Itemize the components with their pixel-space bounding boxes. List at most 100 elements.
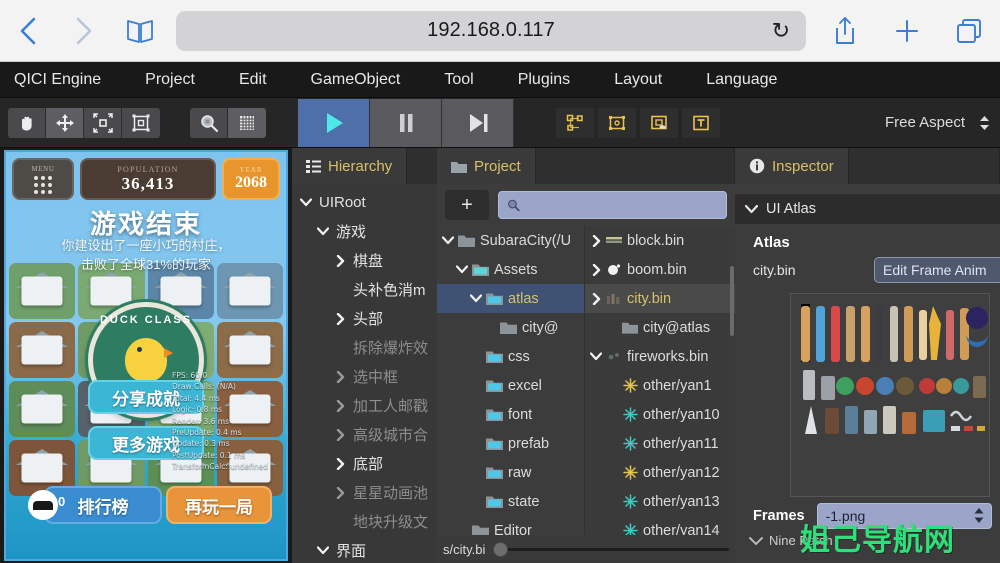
menu-item-edit[interactable]: Edit xyxy=(217,62,289,98)
step-forward-button[interactable] xyxy=(442,98,514,147)
add-asset-button[interactable]: + xyxy=(445,190,489,220)
project-file-item[interactable]: fireworks.bin xyxy=(585,342,735,371)
rect-tool-button[interactable] xyxy=(122,107,160,138)
project-file-item[interactable]: city.bin xyxy=(585,284,735,313)
aspect-ratio-selector[interactable]: Free Aspect xyxy=(885,114,990,131)
bookmarks-button[interactable] xyxy=(112,0,168,62)
project-search[interactable] xyxy=(498,191,727,219)
nine-patch-row[interactable]: Nine Patch xyxy=(735,529,1000,548)
chevron-right-icon[interactable] xyxy=(332,457,348,470)
hierarchy-item[interactable]: 头部 xyxy=(292,304,437,333)
chevron-right-icon[interactable] xyxy=(332,428,348,441)
slider-knob[interactable] xyxy=(493,541,509,557)
chevron-right-icon[interactable] xyxy=(588,234,604,247)
project-file-list[interactable]: block.bin boom.bin city.bin city@atlas firew… xyxy=(585,226,735,563)
project-tree-item[interactable]: css xyxy=(437,342,584,371)
tab-inspector[interactable]: Inspector xyxy=(735,148,849,184)
project-tree-item[interactable]: atlas xyxy=(437,284,584,313)
menu-item-layout[interactable]: Layout xyxy=(592,62,684,98)
hand-tool-button[interactable] xyxy=(8,107,46,138)
chevron-down-icon[interactable] xyxy=(440,236,456,245)
edit-frame-anim-button[interactable]: Edit Frame Anim xyxy=(874,257,1000,283)
new-tab-button[interactable] xyxy=(876,0,938,62)
chevron-right-icon[interactable] xyxy=(332,399,348,412)
atlas-sprite-preview[interactable] xyxy=(790,293,990,497)
hierarchy-item[interactable]: 地块升级文 xyxy=(292,507,437,536)
menu-item-qici-engine[interactable]: QICI Engine xyxy=(0,62,123,98)
project-tree-item[interactable]: prefab xyxy=(437,429,584,458)
project-tree-item[interactable]: font xyxy=(437,400,584,429)
hierarchy-tree[interactable]: UIRoot 游戏 棋盘 头补色消m 头部 拆除爆炸效 选中框 加工人邮戳 高级城市合 底部 星星动… xyxy=(292,184,437,563)
chevron-down-icon[interactable] xyxy=(454,265,470,274)
tab-hierarchy[interactable]: Hierarchy xyxy=(292,148,408,184)
chevron-right-icon[interactable] xyxy=(332,486,348,499)
project-file-item[interactable]: other/yan12 xyxy=(585,458,735,487)
pause-button[interactable] xyxy=(370,98,442,147)
menu-item-language[interactable]: Language xyxy=(684,62,799,98)
show-tabs-button[interactable] xyxy=(938,0,1000,62)
menu-item-gameobject[interactable]: GameObject xyxy=(289,62,423,98)
project-search-input[interactable] xyxy=(525,197,718,213)
frames-select[interactable]: -1.png xyxy=(816,503,992,529)
grid-tool-button[interactable] xyxy=(228,107,266,138)
city-tile[interactable] xyxy=(9,381,76,437)
chevron-right-icon[interactable] xyxy=(332,254,348,267)
zoom-tool-button[interactable] xyxy=(190,107,228,138)
tab-project[interactable]: Project xyxy=(437,148,536,184)
back-button[interactable] xyxy=(0,0,56,62)
chevron-right-icon[interactable] xyxy=(588,292,604,305)
project-tree-item[interactable]: city@ xyxy=(437,313,584,342)
chevron-right-icon[interactable] xyxy=(588,263,604,276)
project-tree-item[interactable]: excel xyxy=(437,371,584,400)
hierarchy-item[interactable]: 头补色消m xyxy=(292,275,437,304)
chevron-down-icon[interactable] xyxy=(315,546,331,555)
hierarchy-item[interactable]: 高级城市合 xyxy=(292,420,437,449)
hierarchy-item[interactable]: 加工人邮戳 xyxy=(292,391,437,420)
menu-item-project[interactable]: Project xyxy=(123,62,217,98)
project-folder-tree[interactable]: SubaraCity(/U Assets atlas city@ css excel fon… xyxy=(437,226,585,563)
project-tree-item[interactable]: state xyxy=(437,487,584,516)
chevron-down-icon[interactable] xyxy=(468,294,484,303)
move-tool-button[interactable] xyxy=(46,107,84,138)
project-tree-item[interactable]: Assets xyxy=(437,255,584,284)
chevron-down-icon[interactable] xyxy=(315,227,331,236)
chevron-right-icon[interactable] xyxy=(332,370,348,383)
create-text-button[interactable] xyxy=(682,107,720,138)
hierarchy-item[interactable]: UIRoot xyxy=(292,188,437,217)
city-tile[interactable] xyxy=(9,322,76,378)
create-node-button[interactable] xyxy=(556,107,594,138)
hierarchy-item[interactable]: 星星动画池 xyxy=(292,478,437,507)
chevron-down-icon[interactable] xyxy=(588,352,604,361)
project-file-item[interactable]: other/yan1 xyxy=(585,371,735,400)
hierarchy-item[interactable]: 界面 xyxy=(292,536,437,563)
project-tree-item[interactable]: raw xyxy=(437,458,584,487)
hierarchy-item[interactable]: 底部 xyxy=(292,449,437,478)
game-canvas[interactable]: MENU POPULATION 36,413 YEAR 2068 游戏结束 你建… xyxy=(4,150,288,561)
project-tree-item[interactable]: SubaraCity(/U xyxy=(437,226,584,255)
share-button[interactable] xyxy=(814,0,876,62)
menu-item-tool[interactable]: Tool xyxy=(422,62,495,98)
project-file-item[interactable]: boom.bin xyxy=(585,255,735,284)
hierarchy-item[interactable]: 游戏 xyxy=(292,217,437,246)
hierarchy-item[interactable]: 拆除爆炸效 xyxy=(292,333,437,362)
create-button-button[interactable] xyxy=(640,107,678,138)
game-preview-panel[interactable]: MENU POPULATION 36,413 YEAR 2068 游戏结束 你建… xyxy=(0,148,292,563)
create-sprite-button[interactable] xyxy=(598,107,636,138)
menu-item-plugins[interactable]: Plugins xyxy=(496,62,592,98)
chevron-right-icon[interactable] xyxy=(332,312,348,325)
project-file-item[interactable]: other/yan10 xyxy=(585,400,735,429)
hierarchy-item[interactable]: 棋盘 xyxy=(292,246,437,275)
file-list-scrollbar[interactable] xyxy=(730,266,734,336)
project-file-item[interactable]: block.bin xyxy=(585,226,735,255)
ui-atlas-section-header[interactable]: UI Atlas xyxy=(735,194,1000,224)
project-file-item[interactable]: city@atlas xyxy=(585,313,735,342)
thumbnail-size-slider[interactable] xyxy=(493,541,729,557)
chevron-down-icon[interactable] xyxy=(298,198,314,207)
reload-icon[interactable]: ↻ xyxy=(772,18,790,44)
play-again-button[interactable]: 再玩一局 xyxy=(166,486,272,524)
url-bar[interactable]: 192.168.0.117 ↻ xyxy=(176,10,806,51)
scale-tool-button[interactable] xyxy=(84,107,122,138)
hierarchy-item[interactable]: 选中框 xyxy=(292,362,437,391)
project-file-item[interactable]: other/yan11 xyxy=(585,429,735,458)
play-button[interactable] xyxy=(298,98,370,147)
